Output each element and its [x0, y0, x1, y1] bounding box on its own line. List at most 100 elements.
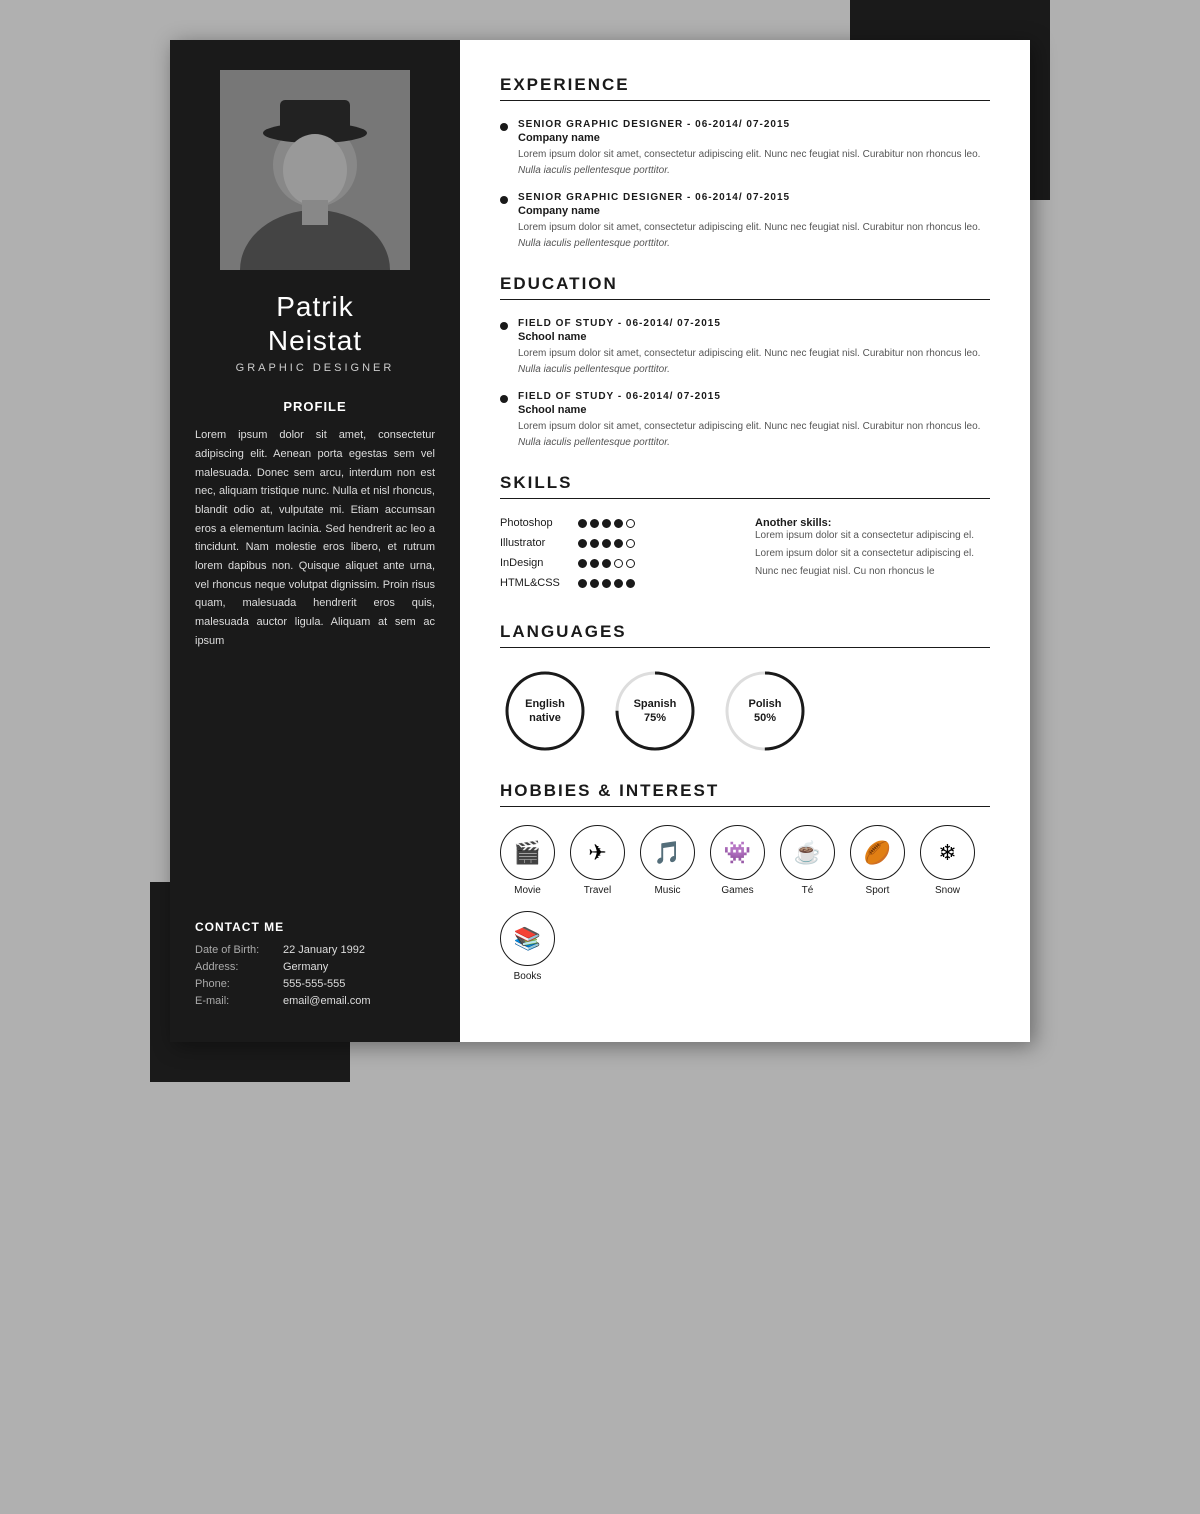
- experience-title: EXPERIENCE: [500, 75, 990, 101]
- skill-dot: [602, 559, 611, 568]
- contact-label: E-mail:: [195, 995, 275, 1007]
- skill-name: InDesign: [500, 557, 570, 569]
- hobby-circle: 🎵: [640, 825, 695, 880]
- hobby-item: 📚 Books: [500, 911, 555, 982]
- education-title: EDUCATION: [500, 274, 990, 300]
- contact-row: E-mail: email@email.com: [195, 995, 435, 1007]
- hobby-label: Sport: [866, 885, 890, 896]
- bullet: [500, 395, 508, 403]
- education-section: EDUCATION FIELD OF STUDY - 06-2014/ 07-2…: [500, 274, 990, 448]
- language-circle: Englishnative: [500, 666, 590, 756]
- another-skill-item: Lorem ipsum dolor sit a consectetur adip…: [755, 529, 990, 543]
- entry: SENIOR GRAPHIC DESIGNER - 06-2014/ 07-20…: [500, 119, 990, 176]
- another-skill-item: Lorem ipsum dolor sit a consectetur adip…: [755, 547, 990, 561]
- entry: SENIOR GRAPHIC DESIGNER - 06-2014/ 07-20…: [500, 192, 990, 249]
- entry-note: Nulla iaculis pellentesque porttitor.: [518, 165, 980, 176]
- entry: FIELD OF STUDY - 06-2014/ 07-2015 School…: [500, 318, 990, 375]
- bullet: [500, 123, 508, 131]
- entry-note: Nulla iaculis pellentesque porttitor.: [518, 437, 980, 448]
- experience-entries: SENIOR GRAPHIC DESIGNER - 06-2014/ 07-20…: [500, 119, 990, 249]
- entry-content: SENIOR GRAPHIC DESIGNER - 06-2014/ 07-20…: [518, 119, 980, 176]
- skill-dot: [578, 519, 587, 528]
- contact-title: CONTACT ME: [195, 920, 435, 934]
- skills-right: Another skills:Lorem ipsum dolor sit a c…: [745, 517, 990, 597]
- profile-text: Lorem ipsum dolor sit amet, consectetur …: [195, 426, 435, 650]
- lang-text: Polish50%: [748, 697, 781, 726]
- hobby-label: Games: [721, 885, 753, 896]
- hobby-label: Té: [802, 885, 814, 896]
- languages-section: LANGUAGES Englishnative Spanish75% Polis…: [500, 622, 990, 756]
- entry-note: Nulla iaculis pellentesque porttitor.: [518, 238, 980, 249]
- entry-desc: Lorem ipsum dolor sit amet, consectetur …: [518, 147, 980, 162]
- entry-header: SENIOR GRAPHIC DESIGNER - 06-2014/ 07-20…: [518, 119, 980, 130]
- languages-row: Englishnative Spanish75% Polish50%: [500, 666, 990, 756]
- skill-dot: [578, 539, 587, 548]
- entry-company: Company name: [518, 132, 980, 144]
- hobby-circle: 📚: [500, 911, 555, 966]
- skills-title: SKILLS: [500, 473, 990, 499]
- education-entries: FIELD OF STUDY - 06-2014/ 07-2015 School…: [500, 318, 990, 448]
- hobbies-title: HOBBIES & INTEREST: [500, 781, 990, 807]
- hobby-circle: 🏉: [850, 825, 905, 880]
- profile-section-title: PROFILE: [195, 399, 435, 414]
- skill-dot: [614, 519, 623, 528]
- skill-name: HTML&CSS: [500, 577, 570, 589]
- skill-dots: [578, 519, 635, 528]
- hobby-label: Books: [514, 971, 542, 982]
- skills-list: Photoshop Illustrator InDesign HTML&CSS: [500, 517, 745, 597]
- entry-desc: Lorem ipsum dolor sit amet, consectetur …: [518, 346, 980, 361]
- hobby-label: Movie: [514, 885, 541, 896]
- bullet: [500, 196, 508, 204]
- skill-dot: [626, 519, 635, 528]
- hobbies-grid: 🎬 Movie ✈ Travel 🎵 Music 👾 Games ☕ Té 🏉 …: [500, 825, 990, 982]
- contact-row: Address:Germany: [195, 961, 435, 973]
- person-title: GRAPHIC DESIGNER: [195, 362, 435, 374]
- entry-header: SENIOR GRAPHIC DESIGNER - 06-2014/ 07-20…: [518, 192, 980, 203]
- skill-dots: [578, 579, 635, 588]
- skill-dot: [626, 559, 635, 568]
- hobby-circle: 🎬: [500, 825, 555, 880]
- hobby-item: 🎵 Music: [640, 825, 695, 896]
- entry-content: FIELD OF STUDY - 06-2014/ 07-2015 School…: [518, 318, 980, 375]
- contact-value: 22 January 1992: [283, 944, 365, 956]
- entry-content: FIELD OF STUDY - 06-2014/ 07-2015 School…: [518, 391, 980, 448]
- profile-photo: [220, 70, 410, 270]
- skill-dot: [602, 519, 611, 528]
- skill-dot: [590, 579, 599, 588]
- lang-text: Englishnative: [525, 697, 565, 726]
- contact-value: email@email.com: [283, 995, 371, 1007]
- skill-dot: [578, 559, 587, 568]
- contact-label: Date of Birth:: [195, 944, 275, 956]
- hobby-item: 🏉 Sport: [850, 825, 905, 896]
- entry-note: Nulla iaculis pellentesque porttitor.: [518, 364, 980, 375]
- skill-dot: [614, 559, 623, 568]
- experience-section: EXPERIENCE SENIOR GRAPHIC DESIGNER - 06-…: [500, 75, 990, 249]
- bullet: [500, 322, 508, 330]
- hobby-circle: ❄: [920, 825, 975, 880]
- skill-dot: [590, 559, 599, 568]
- contact-label: Address:: [195, 961, 275, 973]
- skills-section: SKILLS Photoshop Illustrator InDesign HT…: [500, 473, 990, 597]
- skill-row: Illustrator: [500, 537, 745, 549]
- entry-company: School name: [518, 404, 980, 416]
- skill-name: Illustrator: [500, 537, 570, 549]
- entry-content: SENIOR GRAPHIC DESIGNER - 06-2014/ 07-20…: [518, 192, 980, 249]
- skill-dot: [590, 519, 599, 528]
- another-skills-title: Another skills:: [755, 517, 990, 529]
- entry-company: Company name: [518, 205, 980, 217]
- skill-row: Photoshop: [500, 517, 745, 529]
- skill-dots: [578, 559, 635, 568]
- hobby-item: 🎬 Movie: [500, 825, 555, 896]
- contact-row: Date of Birth: 22 January 1992: [195, 944, 435, 956]
- languages-title: LANGUAGES: [500, 622, 990, 648]
- hobbies-section: HOBBIES & INTEREST 🎬 Movie ✈ Travel 🎵 Mu…: [500, 781, 990, 982]
- entry: FIELD OF STUDY - 06-2014/ 07-2015 School…: [500, 391, 990, 448]
- entry-header: FIELD OF STUDY - 06-2014/ 07-2015: [518, 391, 980, 402]
- entry-header: FIELD OF STUDY - 06-2014/ 07-2015: [518, 318, 980, 329]
- entry-desc: Lorem ipsum dolor sit amet, consectetur …: [518, 419, 980, 434]
- language-circle: Spanish75%: [610, 666, 700, 756]
- skill-dots: [578, 539, 635, 548]
- hobby-circle: ☕: [780, 825, 835, 880]
- language-circle: Polish50%: [720, 666, 810, 756]
- contact-label: Phone:: [195, 978, 275, 990]
